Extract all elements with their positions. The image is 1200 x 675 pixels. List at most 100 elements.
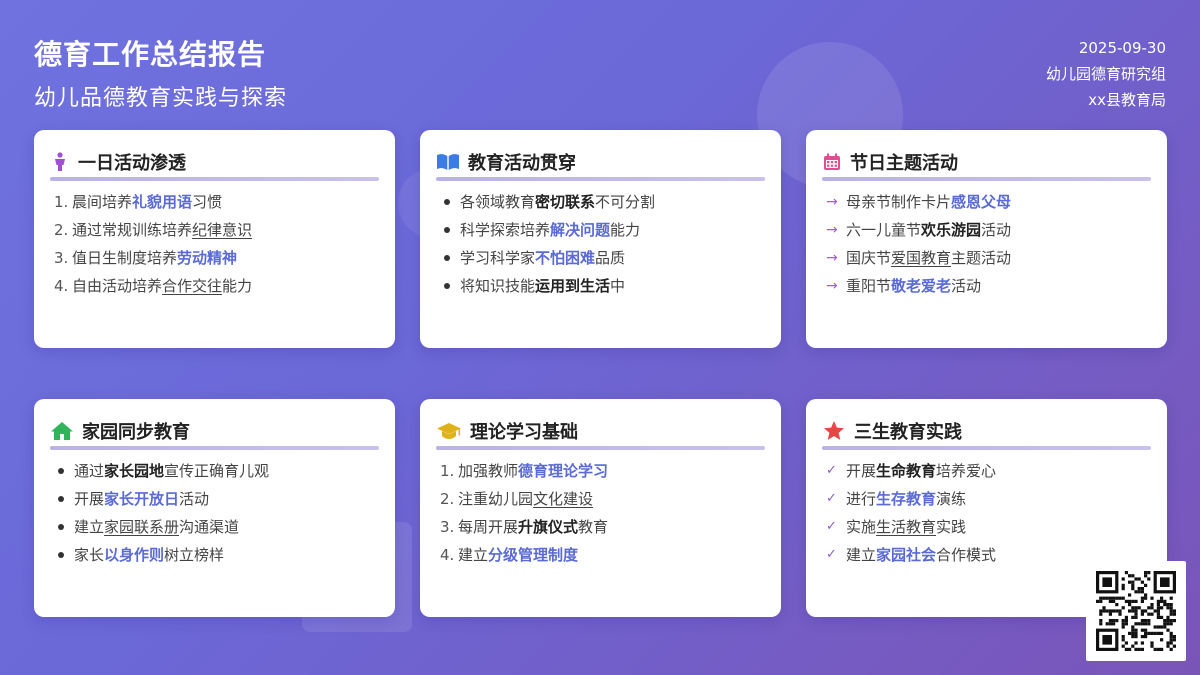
- item-highlight: 生活教育: [876, 518, 937, 536]
- item-highlight: 纪律意识: [192, 221, 253, 239]
- item-text: 科学探索培养: [460, 221, 551, 239]
- list-item: 2. 通过常规训练培养 纪律意识: [54, 216, 385, 244]
- item-highlight: 感恩父母: [951, 193, 1012, 211]
- item-text: 开展: [74, 490, 105, 508]
- bullet: [444, 255, 450, 261]
- check-icon: ✓: [826, 463, 837, 478]
- item-text: 能力: [222, 277, 253, 295]
- item-text: 加强教师: [458, 462, 519, 480]
- item-text: 注重幼儿园: [458, 490, 534, 508]
- card-title: 家园同步教育: [82, 422, 190, 443]
- item-highlight: 欢乐游园: [921, 221, 982, 239]
- item-text: 建立: [846, 546, 877, 564]
- item-highlight: 敬老爱老: [891, 277, 952, 295]
- list-item: 4. 自由活动培养 合作交往 能力: [54, 272, 385, 300]
- qr-code-icon: [1096, 571, 1176, 651]
- list-item: ✓ 建立 家园社会 合作模式: [826, 541, 1057, 569]
- list-item: → 母亲节制作卡片 感恩父母: [826, 188, 1157, 216]
- item-text: 树立榜样: [164, 546, 225, 564]
- item-text: 宣传正确育儿观: [164, 462, 270, 480]
- item-text: 学习科学家: [460, 249, 536, 267]
- card-daily-activities: 一日活动渗透 1. 晨间培养 礼貌用语 习惯 2. 通过常规训练培养 纪律意识 3. 值日生…: [34, 130, 395, 348]
- item-text: 不可分割: [595, 193, 656, 211]
- list-item: 1. 晨间培养 礼貌用语 习惯: [54, 188, 385, 216]
- list-item: 各领域教育 密切联系 不可分割: [440, 188, 771, 216]
- list-item: 学习科学家 不怕困难 品质: [440, 244, 771, 272]
- graduation-cap-icon: [436, 421, 462, 441]
- item-text: 主题活动: [951, 249, 1012, 267]
- card-header: 教育活动贯穿: [436, 148, 576, 176]
- item-highlight: 密切联系: [535, 193, 596, 211]
- list-item: 家长 以身作则 树立榜样: [54, 541, 385, 569]
- item-text: 值日生制度培养: [72, 249, 178, 267]
- item-text: 母亲节制作卡片: [846, 193, 952, 211]
- item-text: 中: [610, 277, 626, 295]
- list-item: 将知识技能 运用到生活中: [440, 272, 771, 300]
- item-text: 活动: [981, 221, 1012, 239]
- item-text: 进行: [846, 490, 877, 508]
- bullet: [444, 283, 450, 289]
- item-highlight: 以身作则: [104, 546, 165, 564]
- bullet: [444, 227, 450, 233]
- bullet: [444, 199, 450, 205]
- check-icon: ✓: [826, 547, 837, 562]
- arrow-icon: →: [826, 278, 838, 294]
- item-highlight: 家长园地: [104, 462, 165, 480]
- list-item: ✓ 实施 生活教育 实践: [826, 513, 1057, 541]
- card-title: 一日活动渗透: [78, 153, 186, 174]
- item-highlight: 文化建设: [533, 490, 594, 508]
- page-subtitle: 幼儿品德教育实践与探索: [34, 86, 288, 111]
- card-theory-study: 理论学习基础 1. 加强教师 德育理论学习 2. 注重幼儿园 文化建设 3. 每周开展 升旗…: [420, 399, 781, 617]
- item-list: 通过 家长园地 宣传正确育儿观 开展 家长开放日 活动 建立 家园联系册 沟通渠道 家长 以身…: [54, 457, 385, 569]
- item-list: 各领域教育 密切联系 不可分割 科学探索培养 解决问题 能力 学习科学家 不怕困难 品质 将…: [440, 188, 771, 300]
- item-number: 2.: [440, 490, 455, 508]
- card-title: 节日主题活动: [850, 153, 958, 174]
- page-title: 德育工作总结报告: [34, 38, 267, 71]
- card-festival-activities: 节日主题活动 → 母亲节制作卡片 感恩父母 → 六一儿童节 欢乐游园 活动 → 国庆节 爱国教…: [806, 130, 1167, 348]
- card-education-activities: 教育活动贯穿 各领域教育 密切联系 不可分割 科学探索培养 解决问题 能力 学习科学家不…: [420, 130, 781, 348]
- item-text: 实践: [936, 518, 967, 536]
- item-list: ✓ 开展 生命教育 培养爱心 ✓ 进行 生存教育 演练 ✓ 实施 生活教育 实践 ✓ 建立 家园社会合…: [826, 457, 1057, 569]
- item-text: 晨间培养: [72, 193, 133, 211]
- item-text: 每周开展: [458, 518, 519, 536]
- list-item: 3. 值日生制度培养 劳动精神: [54, 244, 385, 272]
- item-number: 1.: [440, 462, 455, 480]
- qr-code[interactable]: [1086, 561, 1186, 661]
- child-icon: [50, 152, 70, 172]
- bullet: [58, 496, 64, 502]
- list-item: 3. 每周开展 升旗仪式 教育: [440, 513, 771, 541]
- item-text: 国庆节: [846, 249, 892, 267]
- list-item: 4. 建立 分级管理制度: [440, 541, 771, 569]
- bullet: [58, 552, 64, 558]
- item-number: 3.: [54, 249, 69, 267]
- item-text: 通过: [74, 462, 105, 480]
- report-authority: xx县教育局: [1088, 91, 1166, 109]
- card-title: 三生教育实践: [854, 422, 962, 443]
- star-icon: [822, 421, 846, 441]
- item-text: 能力: [610, 221, 641, 239]
- divider: [822, 446, 1151, 450]
- item-highlight: 生存教育: [876, 490, 937, 508]
- list-item: → 六一儿童节 欢乐游园 活动: [826, 216, 1157, 244]
- list-item: → 重阳节 敬老爱老 活动: [826, 272, 1157, 300]
- list-item: 通过 家长园地 宣传正确育儿观: [54, 457, 385, 485]
- card-header: 一日活动渗透: [50, 148, 186, 176]
- list-item: 开展 家长开放日 活动: [54, 485, 385, 513]
- report-date: 2025-09-30: [1078, 39, 1166, 57]
- item-highlight: 运用到生活: [535, 277, 611, 295]
- item-highlight: 家长开放日: [104, 490, 180, 508]
- item-highlight: 家园联系册: [104, 518, 180, 536]
- item-list: 1. 晨间培养 礼貌用语 习惯 2. 通过常规训练培养 纪律意识 3. 值日生制度培养 劳动精…: [54, 188, 385, 300]
- card-title: 理论学习基础: [470, 422, 578, 443]
- item-highlight: 家园社会: [876, 546, 937, 564]
- item-text: 建立: [74, 518, 105, 536]
- bullet: [58, 468, 64, 474]
- item-text: 建立: [458, 546, 489, 564]
- item-highlight: 礼貌用语: [132, 193, 193, 211]
- item-highlight: 德育理论学习: [518, 462, 609, 480]
- arrow-icon: →: [826, 194, 838, 210]
- bullet: [58, 524, 64, 530]
- item-highlight: 升旗仪式: [518, 518, 579, 536]
- list-item: ✓ 开展 生命教育 培养爱心: [826, 457, 1057, 485]
- item-text: 活动: [179, 490, 210, 508]
